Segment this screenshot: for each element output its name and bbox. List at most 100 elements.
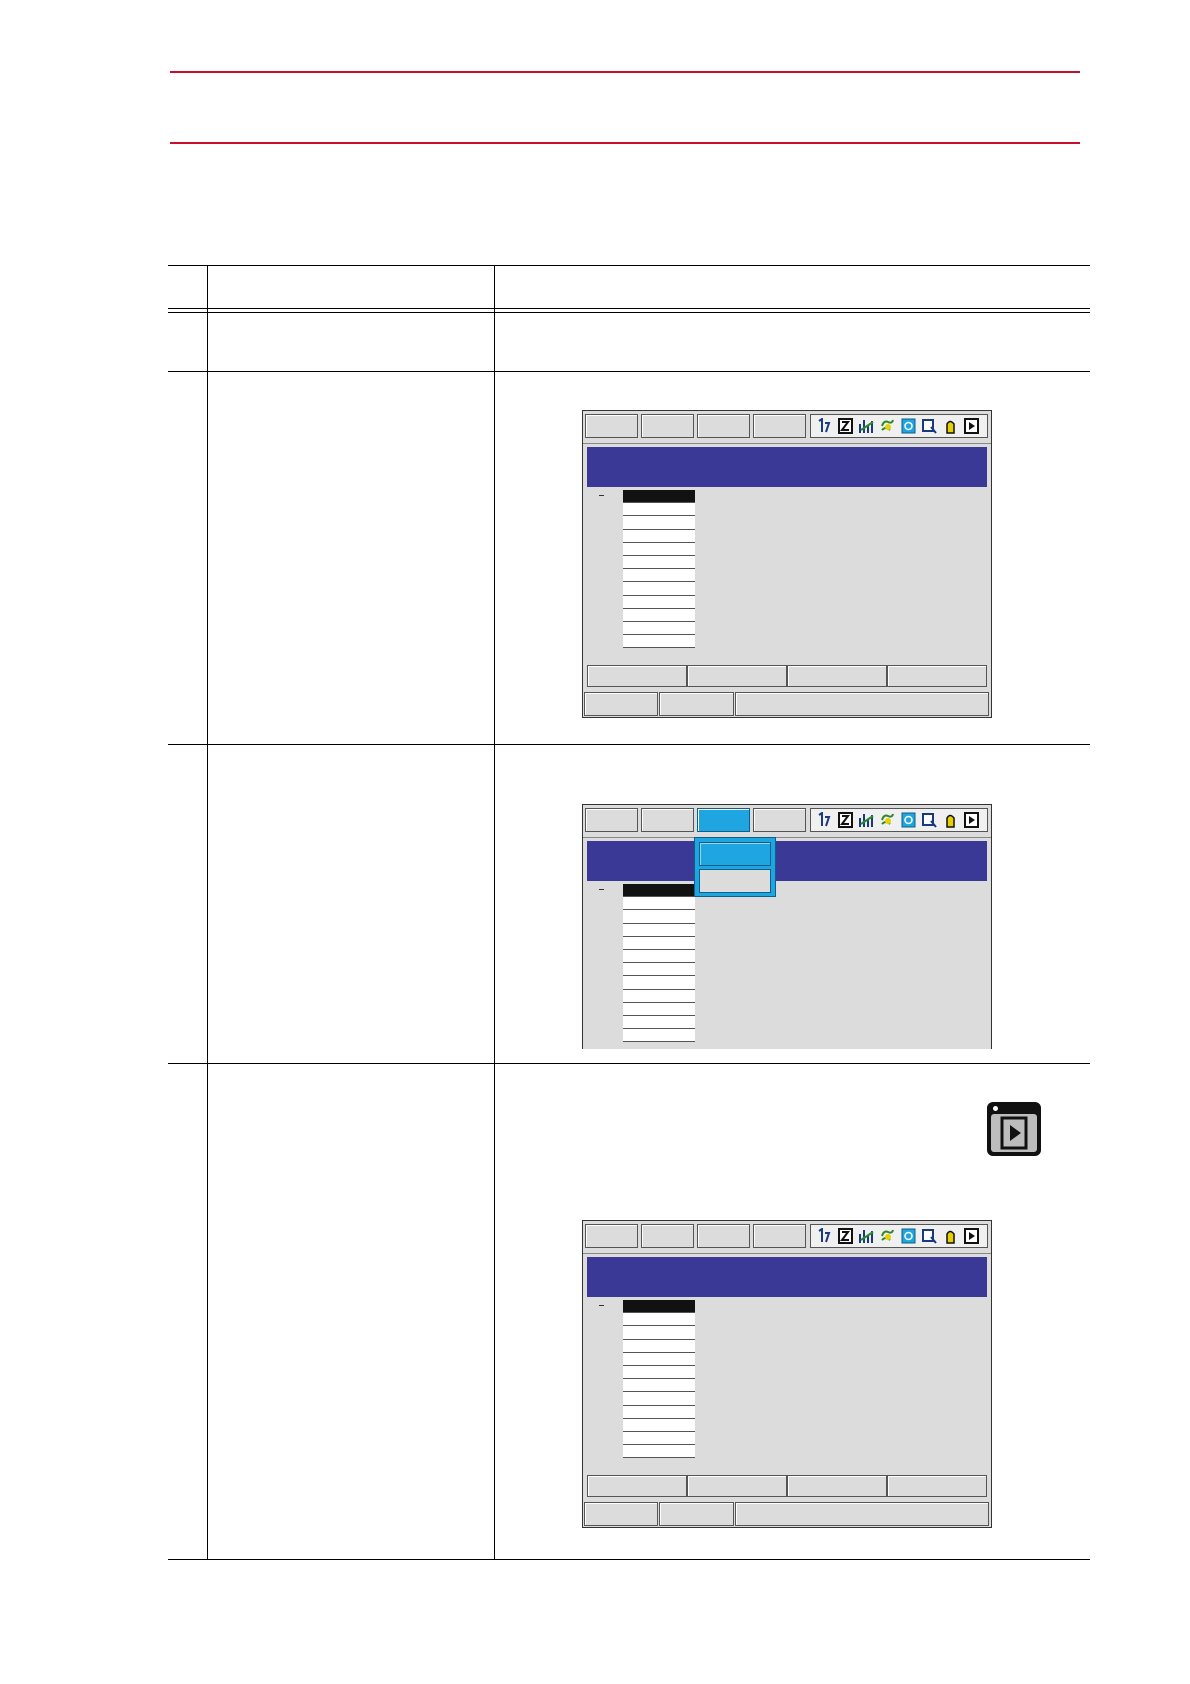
- menu-button[interactable]: [697, 1224, 750, 1248]
- servo-icon: [946, 814, 955, 828]
- list-column: [623, 1300, 695, 1459]
- list-item[interactable]: [623, 543, 695, 556]
- cursor-marker: [599, 889, 604, 890]
- status-icon-area: [810, 808, 988, 832]
- list-item[interactable]: [623, 1300, 695, 1314]
- list-column: [623, 884, 695, 1043]
- function-key[interactable]: [587, 665, 687, 687]
- list-item[interactable]: [623, 884, 695, 898]
- list-item[interactable]: [623, 516, 695, 530]
- bottom-key[interactable]: [659, 692, 734, 716]
- bottom-bar: [583, 691, 991, 717]
- teach-mode-icon: [818, 1228, 831, 1243]
- menu-button[interactable]: [585, 1224, 638, 1248]
- list-item[interactable]: [623, 1379, 695, 1393]
- list-item[interactable]: [623, 556, 695, 570]
- function-key-bar: [587, 1475, 987, 1497]
- list-item[interactable]: [623, 1406, 695, 1419]
- status-icon-area: [810, 1224, 988, 1248]
- screen-content: [587, 487, 987, 663]
- menu-button[interactable]: [753, 414, 806, 438]
- list-item[interactable]: [623, 490, 695, 504]
- function-key[interactable]: [787, 665, 887, 687]
- list-item[interactable]: [623, 976, 695, 990]
- teach-mode-icon: [818, 418, 831, 433]
- play-triangle-icon: [1000, 1116, 1028, 1150]
- menu-button[interactable]: [585, 808, 638, 832]
- list-item[interactable]: [623, 1326, 695, 1340]
- list-item[interactable]: [623, 530, 695, 543]
- menu-button-active[interactable]: [697, 808, 750, 832]
- list-item[interactable]: [623, 1340, 695, 1353]
- play-icon: [964, 418, 979, 434]
- list-item[interactable]: [623, 596, 695, 609]
- list-item[interactable]: [623, 1419, 695, 1432]
- page-title: [170, 85, 1080, 135]
- pulldown-item-selected[interactable]: [699, 842, 771, 866]
- list-column: [623, 490, 695, 649]
- menu-button[interactable]: [641, 1224, 694, 1248]
- cycle-icon: [881, 813, 894, 825]
- screen-title-band: [587, 1257, 987, 1297]
- function-key[interactable]: [587, 1475, 687, 1497]
- main-menu-bar: [583, 411, 991, 444]
- function-key[interactable]: [687, 1475, 787, 1497]
- list-item[interactable]: [623, 937, 695, 950]
- tool-icon: [922, 1229, 937, 1244]
- list-item[interactable]: [623, 963, 695, 977]
- menu-button[interactable]: [697, 414, 750, 438]
- list-item[interactable]: [623, 1016, 695, 1030]
- list-item[interactable]: [623, 582, 695, 596]
- menu-button[interactable]: [585, 414, 638, 438]
- coordinate-icon: [901, 1228, 916, 1244]
- menu-button[interactable]: [641, 808, 694, 832]
- list-item[interactable]: [623, 924, 695, 937]
- menu-button[interactable]: [753, 808, 806, 832]
- pendant-screen-3: [582, 1220, 992, 1528]
- menu-button[interactable]: [641, 414, 694, 438]
- list-item[interactable]: [623, 569, 695, 583]
- speed-icon: [859, 420, 874, 433]
- list-item[interactable]: [623, 503, 695, 517]
- menu-button[interactable]: [753, 1224, 806, 1248]
- coordinate-icon: [901, 812, 916, 828]
- cursor-marker: [599, 1305, 604, 1306]
- bottom-key[interactable]: [584, 692, 658, 716]
- pulldown-menu: [694, 837, 776, 897]
- servo-icon: [946, 1230, 955, 1244]
- message-area: [735, 692, 989, 716]
- function-key[interactable]: [887, 1475, 987, 1497]
- bottom-key[interactable]: [659, 1502, 734, 1526]
- list-item[interactable]: [623, 1313, 695, 1327]
- function-key[interactable]: [787, 1475, 887, 1497]
- play-key-icon: [987, 1102, 1041, 1156]
- list-item[interactable]: [623, 990, 695, 1003]
- list-item[interactable]: [623, 897, 695, 911]
- list-item[interactable]: [623, 635, 695, 649]
- main-menu-bar: [583, 1221, 991, 1254]
- main-menu-bar: [583, 805, 991, 838]
- pulldown-item[interactable]: [699, 869, 771, 893]
- screen-title-band: [587, 841, 987, 881]
- function-key[interactable]: [887, 665, 987, 687]
- list-item[interactable]: [623, 950, 695, 964]
- function-key[interactable]: [687, 665, 787, 687]
- bottom-key[interactable]: [584, 1502, 658, 1526]
- list-item[interactable]: [623, 910, 695, 924]
- list-item[interactable]: [623, 1366, 695, 1380]
- list-item[interactable]: [623, 1445, 695, 1459]
- list-item[interactable]: [623, 1029, 695, 1043]
- coordinate-icon: [901, 418, 916, 434]
- list-item[interactable]: [623, 609, 695, 622]
- status-icon-area: [810, 414, 988, 438]
- list-item[interactable]: [623, 1353, 695, 1366]
- pendant-screen-2: [582, 804, 992, 1049]
- screen-content: [587, 1297, 987, 1473]
- list-item[interactable]: [623, 1392, 695, 1406]
- list-item[interactable]: [623, 1432, 695, 1446]
- indicator-lamp: [993, 1106, 998, 1111]
- pendant-screen-1: [582, 410, 992, 718]
- list-item[interactable]: [623, 1003, 695, 1016]
- top-rule: [170, 71, 1080, 73]
- list-item[interactable]: [623, 622, 695, 636]
